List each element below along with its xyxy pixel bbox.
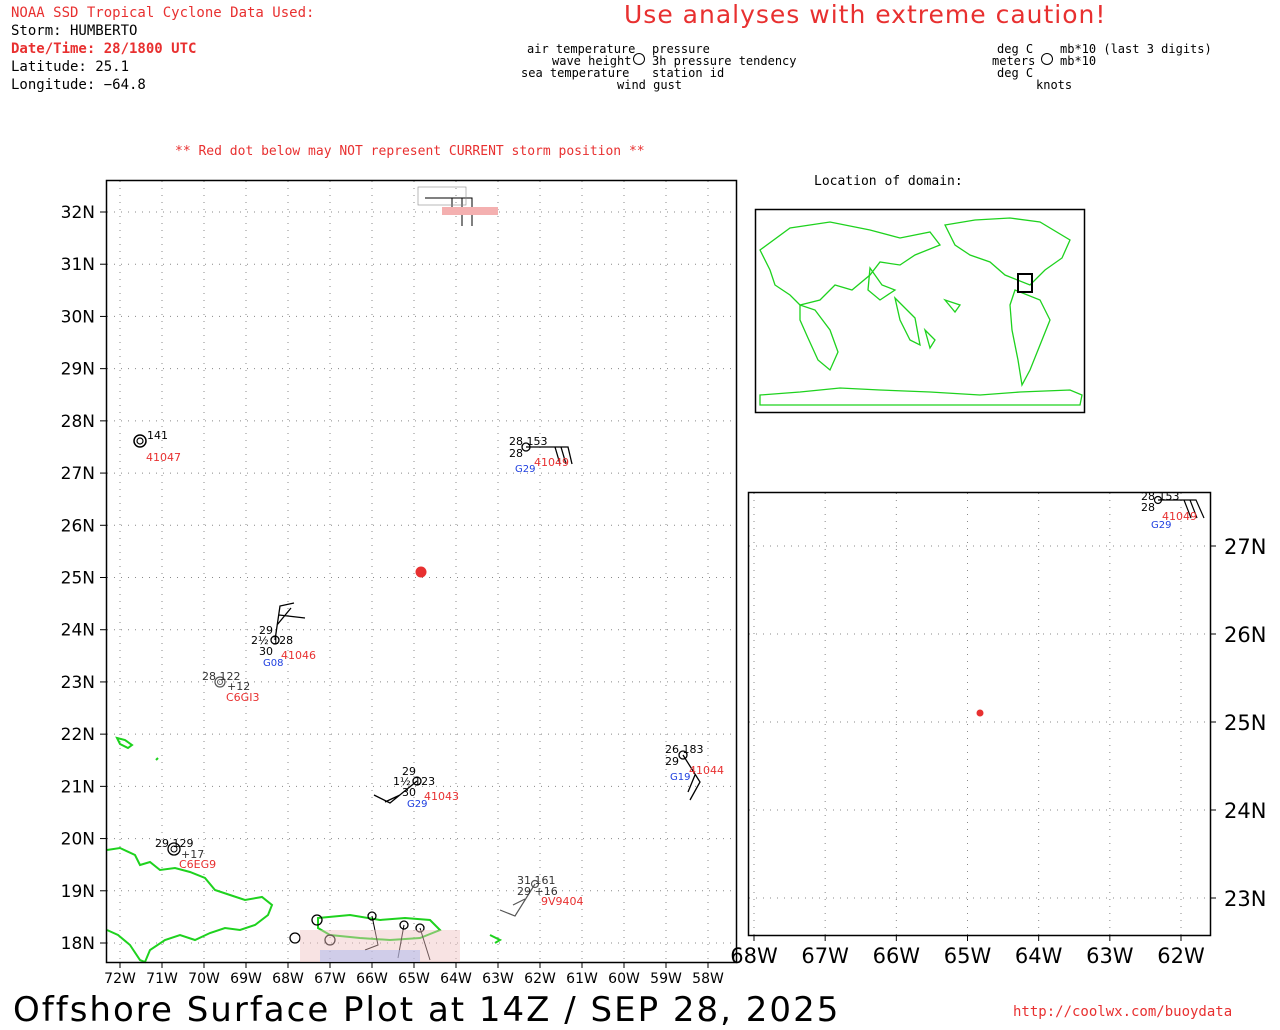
main-lat-label: 30N: [61, 307, 95, 327]
main-lat-label: 25N: [61, 569, 95, 589]
main-lon-label: 61W: [566, 971, 598, 987]
station-41047[interactable]: 141 41047: [133, 429, 181, 464]
main-map-lon-labels: 72W 71W 70W 69W 68W 67W 66W 65W 64W 63W 62W 61W 60W 5…: [104, 971, 724, 987]
main-lon-label: 68W: [272, 971, 304, 987]
station-C6GI3-id: C6GI3: [226, 691, 259, 704]
zoom-lat-label: 26N: [1224, 623, 1266, 647]
zoom-map-lat-labels: 27N 26N 25N 24N 23N: [1224, 535, 1266, 911]
zoom-map-grid: [749, 493, 1216, 941]
station-41044[interactable]: 26 183 29 G19 41044: [665, 743, 724, 801]
main-lat-label: 23N: [61, 673, 95, 693]
main-lat-label: 21N: [61, 777, 95, 797]
main-map-lat-labels: 32N 31N 30N 29N 28N 27N 26N 25N 24N 23N 22N 21N 20N 1…: [61, 203, 95, 954]
inset-world-map: [754, 208, 1086, 414]
main-lon-label: 70W: [188, 971, 220, 987]
station-41044-gust: G19: [670, 772, 690, 783]
zoom-lat-label: 24N: [1224, 799, 1266, 823]
station-cluster-puerto-rico: [289, 911, 460, 962]
station-41043-id: 41043: [424, 790, 459, 803]
footer-title: Offshore Surface Plot at 14Z / SEP 28, 2…: [13, 990, 841, 1030]
station-41047-pressure: 141: [147, 429, 168, 442]
station-41049-sst: 28: [509, 447, 523, 460]
main-lat-label: 29N: [61, 360, 95, 380]
station-9V9404[interactable]: 31 161 29 +16 9V9404: [499, 874, 584, 917]
main-lon-label: 69W: [230, 971, 262, 987]
main-lon-label: 59W: [650, 971, 682, 987]
station-9V9404-id: 9V9404: [541, 895, 584, 908]
main-map: 32N 31N 30N 29N 28N 27N 26N 25N 24N 23N 22N 21N 20N 1…: [61, 179, 1266, 987]
zoom-lon-label: 68W: [730, 944, 778, 968]
main-lat-label: 28N: [61, 412, 95, 432]
zoom-station-41049[interactable]: 28 153 28 G29 41049: [1141, 490, 1205, 531]
zoom-lon-label: 63W: [1086, 944, 1134, 968]
zoom-41049-id: 41049: [1162, 510, 1197, 523]
main-lon-label: 60W: [608, 971, 640, 987]
zoom-map-lon-labels: 68W 67W 66W 65W 64W 63W 62W: [730, 944, 1205, 968]
zoom-lon-label: 67W: [801, 944, 849, 968]
zoom-lat-label: 23N: [1224, 887, 1266, 911]
main-lat-label: 26N: [61, 516, 95, 536]
zoom-lon-label: 62W: [1157, 944, 1205, 968]
station-cluster-north: [417, 186, 498, 226]
station-C6GI3[interactable]: 28 122 +12 C6GI3: [202, 670, 259, 704]
station-41047-id: 41047: [146, 451, 181, 464]
storm-center-marker: [415, 566, 427, 578]
station-41043[interactable]: 29 1½ 123 30 G29 41043: [373, 765, 459, 810]
station-41044-sst: 29: [665, 755, 679, 768]
station-C6EG9-id: C6EG9: [179, 858, 216, 871]
station-41046-sst: 30: [259, 645, 273, 658]
station-41043-sst: 30: [402, 786, 416, 799]
main-lat-label: 27N: [61, 464, 95, 484]
zoom-lon-label: 66W: [873, 944, 921, 968]
main-lat-label: 24N: [61, 621, 95, 641]
zoom-lon-label: 64W: [1015, 944, 1063, 968]
station-41046-id: 41046: [281, 649, 316, 662]
zoom-storm-center-marker: [976, 709, 984, 717]
main-lon-label: 65W: [398, 971, 430, 987]
main-lat-label: 19N: [61, 882, 95, 902]
main-map-coastline: [106, 736, 503, 964]
main-lon-label: 71W: [146, 971, 178, 987]
main-lon-label: 67W: [314, 971, 346, 987]
main-lon-label: 63W: [482, 971, 514, 987]
station-41044-id: 41044: [689, 764, 724, 777]
main-lat-label: 20N: [61, 830, 95, 850]
footer-url-link[interactable]: http://coolwx.com/buoydata: [1013, 1004, 1232, 1020]
main-lon-label: 66W: [356, 971, 388, 987]
main-lon-label: 58W: [692, 971, 724, 987]
station-41046[interactable]: 29 2½ 128 30 G08 41046: [251, 602, 316, 669]
main-lon-label: 62W: [524, 971, 556, 987]
main-lat-label: 18N: [61, 934, 95, 954]
main-lat-label: 22N: [61, 725, 95, 745]
main-lon-label: 64W: [440, 971, 472, 987]
zoom-lat-label: 27N: [1224, 535, 1266, 559]
station-C6EG9[interactable]: 29 129 +17 C6EG9: [155, 837, 216, 871]
main-lon-label: 72W: [104, 971, 136, 987]
main-lat-label: 32N: [61, 203, 95, 223]
station-41049-id: 41049: [534, 456, 569, 469]
station-41049-gust: G29: [515, 464, 535, 475]
zoom-lat-label: 25N: [1224, 711, 1266, 735]
main-lat-label: 31N: [61, 255, 95, 275]
zoom-41049-sst: 28: [1141, 501, 1155, 514]
zoom-lon-label: 65W: [944, 944, 992, 968]
